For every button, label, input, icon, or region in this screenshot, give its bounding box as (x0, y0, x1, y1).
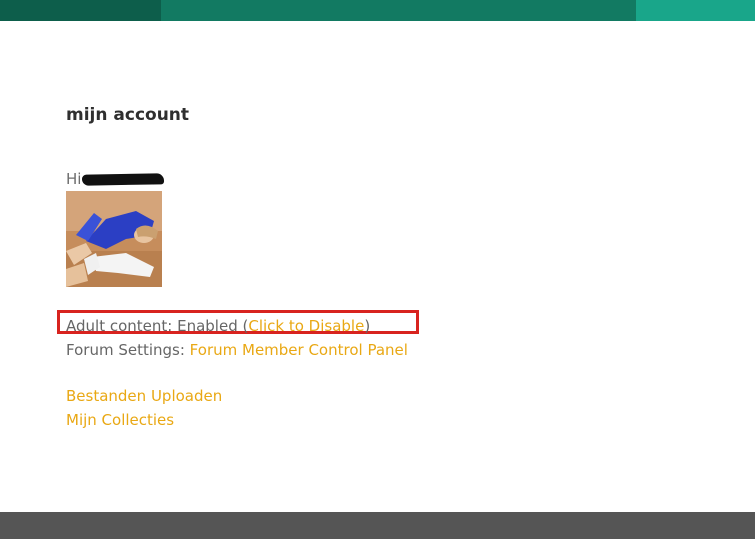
forum-control-panel-link[interactable]: Forum Member Control Panel (190, 341, 408, 359)
my-collections-link[interactable]: Mijn Collecties (66, 408, 222, 432)
top-bar-segment-mid (161, 0, 636, 21)
account-settings: Adult content: Enabled (Click to Disable… (66, 314, 408, 362)
adult-content-row: Adult content: Enabled (Click to Disable… (66, 314, 408, 338)
adult-content-suffix: ) (364, 317, 371, 335)
top-bar-segment-dark (0, 0, 161, 21)
top-bar-segment-light (636, 0, 755, 21)
avatar-image (66, 191, 162, 287)
greeting-prefix: Hi (66, 170, 82, 188)
avatar[interactable] (66, 191, 162, 287)
page-title: mijn account (66, 105, 190, 125)
redacted-username (82, 173, 165, 186)
disable-adult-content-link[interactable]: Click to Disable (248, 317, 364, 335)
forum-settings-row: Forum Settings: Forum Member Control Pan… (66, 338, 408, 362)
footer-bar (0, 512, 755, 539)
top-color-bar (0, 0, 755, 21)
forum-settings-label: Forum Settings: (66, 341, 190, 359)
upload-files-link[interactable]: Bestanden Uploaden (66, 384, 222, 408)
adult-content-label: Adult content: Enabled ( (66, 317, 249, 335)
account-links: Bestanden Uploaden Mijn Collecties (66, 384, 222, 432)
user-greeting: Hi (66, 169, 165, 189)
